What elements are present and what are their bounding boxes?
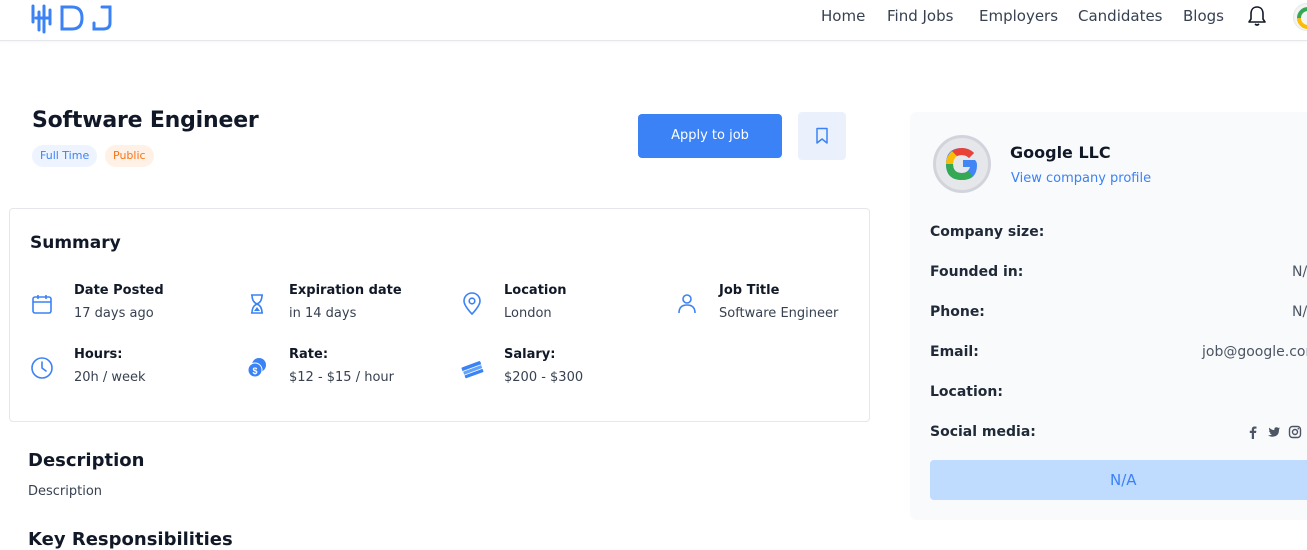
twitter-icon[interactable] [1267, 424, 1281, 438]
user-icon [678, 294, 696, 314]
summary-title: Summary [30, 233, 121, 253]
clock-icon [31, 357, 53, 379]
summary-value: 17 days ago [74, 306, 154, 321]
top-navbar: Home Find Jobs Employers Candidates Blog… [0, 0, 1307, 41]
nav-home[interactable]: Home [821, 7, 865, 25]
description-text: Description [28, 484, 103, 499]
founded-in-value: N/A [1292, 264, 1307, 280]
nav-candidates[interactable]: Candidates [1078, 7, 1163, 25]
money-icon [461, 361, 484, 380]
phone-label: Phone: [930, 304, 985, 320]
summary-label: Date Posted [74, 283, 164, 298]
bell-icon[interactable] [1247, 5, 1267, 27]
coins-icon: $ [247, 358, 266, 378]
summary-label: Hours: [74, 347, 123, 362]
company-location-label: Location: [930, 384, 1003, 400]
site-logo[interactable] [30, 2, 114, 36]
google-logo-icon [946, 148, 977, 180]
summary-value: $200 - $300 [504, 370, 584, 385]
social-media-links [1246, 424, 1307, 439]
bookmark-icon [816, 127, 828, 144]
map-pin-icon [463, 292, 481, 316]
founded-in-label: Founded in: [930, 264, 1024, 280]
social-media-label: Social media: [930, 424, 1036, 440]
company-action-button[interactable]: N/A [930, 460, 1307, 500]
description-title: Description [28, 450, 145, 471]
summary-card: Summary Date Posted 17 days ago Expirati… [9, 208, 870, 422]
summary-value: Software Engineer [719, 306, 839, 321]
google-logo-icon [1297, 7, 1307, 29]
company-size-label: Company size: [930, 224, 1045, 240]
summary-label: Location [504, 283, 567, 298]
summary-value: 20h / week [74, 370, 146, 385]
email-value: job@google.com [1202, 344, 1307, 360]
bookmark-button[interactable] [798, 112, 846, 160]
user-avatar[interactable] [1293, 3, 1307, 31]
summary-label: Expiration date [289, 283, 402, 298]
hourglass-icon [251, 294, 263, 314]
instagram-icon[interactable] [1288, 424, 1302, 439]
phone-value: N/A [1292, 304, 1307, 320]
summary-label: Job Title [719, 283, 780, 298]
company-name: Google LLC [1010, 143, 1111, 162]
summary-value: $12 - $15 / hour [289, 370, 395, 385]
summary-value: London [504, 306, 552, 321]
email-label: Email: [930, 344, 979, 360]
summary-label: Salary: [504, 347, 556, 362]
job-title: Software Engineer [32, 108, 259, 133]
calendar-icon [32, 295, 52, 314]
nav-employers[interactable]: Employers [979, 7, 1058, 25]
svg-text:$: $ [252, 366, 257, 376]
company-card: Google LLC View company profile Company … [910, 112, 1307, 520]
key-responsibilities-title: Key Responsibilities [28, 529, 233, 550]
view-company-profile-link[interactable]: View company profile [1011, 171, 1151, 186]
job-type-tag: Full Time [32, 145, 98, 167]
facebook-icon[interactable] [1246, 424, 1260, 439]
company-logo [933, 135, 991, 193]
summary-label: Rate: [289, 347, 329, 362]
summary-value: in 14 days [289, 306, 357, 321]
nav-blogs[interactable]: Blogs [1183, 7, 1224, 25]
nav-find-jobs[interactable]: Find Jobs [887, 7, 953, 25]
apply-button[interactable]: Apply to job [638, 114, 782, 158]
visibility-tag: Public [105, 145, 154, 167]
